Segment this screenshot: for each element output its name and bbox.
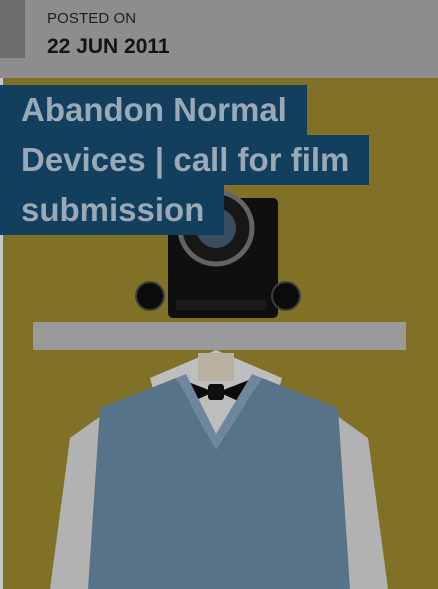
posted-on-label: POSTED ON <box>47 10 137 27</box>
meta-accent-bar <box>0 0 25 58</box>
post-meta-bar: POSTED ON 22 JUN 2011 <box>0 0 438 78</box>
posted-date: 22 JUN 2011 <box>47 35 170 58</box>
post-title[interactable]: Abandon Normal Devices | call for film s… <box>0 85 438 235</box>
post-card: POSTED ON 22 JUN 2011 Abandon Normal Dev… <box>0 0 438 589</box>
post-title-line-1[interactable]: Abandon Normal <box>0 85 307 135</box>
post-title-line-3[interactable]: submission <box>0 185 225 235</box>
post-title-line-2[interactable]: Devices | call for film <box>0 135 370 185</box>
